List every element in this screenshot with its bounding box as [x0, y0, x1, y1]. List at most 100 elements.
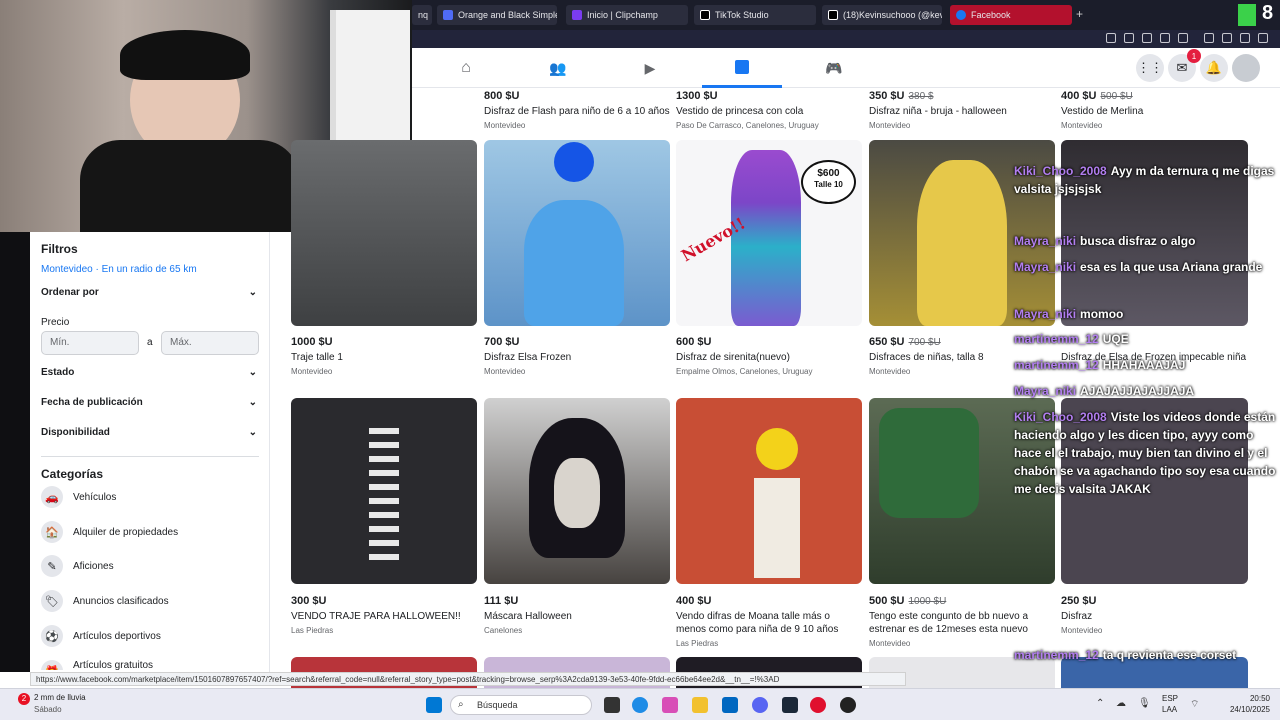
wallet-icon[interactable]	[1204, 33, 1214, 43]
category-item[interactable]: ✎ Aficiones	[41, 555, 114, 577]
wifi-icon[interactable]: ⌔	[1190, 698, 1199, 711]
min-price-input[interactable]: Mín.	[41, 331, 139, 355]
chat-text: esa es la que usa Ariana grande	[1080, 260, 1263, 274]
filters-title: Filtros	[41, 242, 78, 256]
dress-shape	[524, 200, 624, 326]
marketplace-icon	[735, 59, 749, 74]
taskbar-search[interactable]: Búsqueda	[450, 695, 592, 715]
messenger-icon: ✉	[1176, 60, 1188, 75]
tab-label: (18)Kevinsuchooo (@kev	[843, 10, 942, 20]
availability-dropdown[interactable]: Disponibilidad ⌄	[41, 427, 257, 438]
tiktok-icon	[828, 10, 838, 20]
box-icon[interactable]	[1222, 33, 1232, 43]
windows-start-icon[interactable]	[426, 697, 442, 713]
chat-nick: martinemm_12	[1014, 648, 1099, 662]
chat-nick: martinemm_12	[1014, 332, 1099, 346]
new-tab-button[interactable]: +	[1076, 7, 1083, 21]
chat-text: momoo	[1080, 307, 1124, 321]
language-indicator-sub: LAA	[1162, 705, 1178, 714]
sports-icon: ⚽	[41, 625, 63, 647]
store-icon[interactable]	[722, 697, 738, 713]
browser-tab[interactable]: TikTok Studio	[694, 5, 816, 25]
browser-tab[interactable]: (18)Kevinsuchooo (@kev	[822, 5, 942, 25]
clock-time[interactable]: 20:50	[1232, 694, 1270, 703]
category-item[interactable]: 🏠 Alquiler de propiedades	[41, 521, 178, 543]
listing-image[interactable]	[291, 398, 477, 584]
listing-card[interactable]: 1300 $U Vestido de princesa con cola Pas…	[676, 90, 862, 130]
language-indicator[interactable]: ESP	[1162, 694, 1178, 703]
listing-price: 600 $U	[676, 336, 712, 348]
location-link[interactable]: Montevideo · En un radio de 65 km	[41, 264, 197, 275]
play-icon[interactable]	[1160, 33, 1170, 43]
menu-icon[interactable]	[1258, 33, 1268, 43]
gaming-icon: 🎮	[825, 59, 843, 76]
chevron-up-icon[interactable]: ⌃	[1096, 698, 1104, 709]
listing-location: Las Piedras	[676, 639, 719, 648]
menu-grid-button[interactable]: ⋮⋮	[1136, 54, 1164, 82]
weather-text[interactable]: 2 mm de lluvia	[34, 693, 86, 702]
gaming-nav-button[interactable]: 🎮	[794, 48, 874, 88]
notifications-button[interactable]: 🔔	[1200, 54, 1228, 82]
listing-card[interactable]: 1000 $U Traje talle 1 Montevideo	[291, 336, 477, 376]
home-nav-button[interactable]: ⌂	[426, 48, 506, 88]
listing-card[interactable]: 800 $U Disfraz de Flash para niño de 6 a…	[484, 90, 670, 130]
listing-card[interactable]: 400 $U Vendo difras de Moana talle más o…	[676, 595, 862, 648]
sort-dropdown[interactable]: Ordenar por ⌄	[41, 287, 257, 298]
browser-tab[interactable]: Orange and Black Simple	[437, 5, 557, 25]
listing-image[interactable]: $600 Talle 10 Nuevo!!	[676, 140, 862, 326]
listing-image[interactable]	[484, 398, 670, 584]
video-icon: ▶	[644, 59, 656, 76]
listing-price: 111 $U	[484, 595, 519, 607]
state-dropdown[interactable]: Estado ⌄	[41, 367, 257, 378]
browser-tab-active[interactable]: Facebook	[950, 5, 1072, 25]
listing-card[interactable]: 600 $U Disfraz de sirenita(nuevo) Empalm…	[676, 336, 862, 376]
chevron-down-icon: ⌄	[248, 397, 257, 408]
max-price-input[interactable]: Máx.	[161, 331, 259, 355]
old-price: 700 $U	[908, 337, 941, 348]
marketplace-nav-button[interactable]	[702, 48, 782, 88]
avatar[interactable]	[1232, 54, 1260, 82]
task-view-icon[interactable]	[604, 697, 620, 713]
bookmark-icon[interactable]	[1106, 33, 1116, 43]
edge-icon[interactable]	[632, 697, 648, 713]
extension-icon[interactable]	[1142, 33, 1152, 43]
listing-image[interactable]	[291, 140, 477, 326]
steam-icon[interactable]	[782, 697, 798, 713]
video-nav-button[interactable]: ▶	[610, 48, 690, 88]
download-icon[interactable]	[1240, 33, 1250, 43]
category-item[interactable]: 🏷 Anuncios clasificados	[41, 590, 169, 612]
listing-card[interactable]: 350 $U 380 $ Disfraz niña - bruja - hallo…	[869, 90, 1055, 130]
messenger-button[interactable]: ✉ 1	[1168, 49, 1201, 82]
tab-label: Facebook	[971, 10, 1011, 20]
browser-tab[interactable]: nq	[412, 5, 432, 25]
category-label: Anuncios clasificados	[73, 595, 169, 607]
listing-image[interactable]	[484, 140, 670, 326]
send-icon[interactable]	[1178, 33, 1188, 43]
face-blur	[554, 142, 594, 182]
friends-nav-button[interactable]: 👥	[518, 48, 598, 88]
listing-location: Canelones	[484, 626, 523, 635]
listing-card[interactable]: 300 $U VENDO TRAJE PARA HALLOWEEN!! Las …	[291, 595, 477, 635]
file-explorer-icon[interactable]	[692, 697, 708, 713]
opera-icon[interactable]	[810, 697, 826, 713]
tab-label: Inicio | Clipchamp	[587, 10, 658, 20]
date-dropdown[interactable]: Fecha de publicación ⌄	[41, 397, 257, 408]
friends-icon: 👥	[549, 59, 567, 76]
listing-title: Disfraz Elsa Frozen	[484, 352, 572, 363]
category-item[interactable]: ⚽ Artículos deportivos	[41, 625, 161, 647]
copilot-icon[interactable]	[662, 697, 678, 713]
listing-card[interactable]: 111 $U Máscara Halloween Canelones	[484, 595, 670, 635]
listing-card[interactable]: 400 $U 500 $U Vestido de Merlina Montevid…	[1061, 90, 1247, 130]
app-icon[interactable]	[840, 697, 856, 713]
mic-icon[interactable]: 🎙	[1138, 698, 1151, 709]
listing-image[interactable]	[676, 398, 862, 584]
cloud-icon[interactable]: ☁	[1116, 698, 1126, 709]
category-item[interactable]: 🎁 Artículos gratuitos	[41, 660, 153, 670]
listing-card[interactable]: 700 $U Disfraz Elsa Frozen Montevideo	[484, 336, 670, 376]
browser-tab[interactable]: Inicio | Clipchamp	[566, 5, 688, 25]
discord-icon[interactable]	[752, 697, 768, 713]
notification-badge: 1	[1187, 49, 1201, 63]
category-item[interactable]: 🚗 Vehículos	[41, 486, 116, 508]
webcam-person-body	[80, 140, 300, 232]
screenshot-icon[interactable]	[1124, 33, 1134, 43]
